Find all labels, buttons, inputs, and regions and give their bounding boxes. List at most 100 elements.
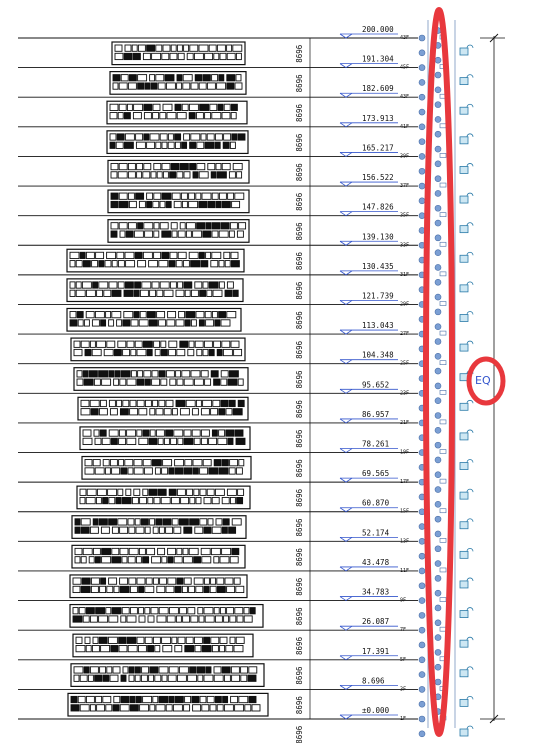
- lock-icon[interactable]: [459, 103, 474, 115]
- level-label: 13F: [400, 538, 409, 544]
- level-node[interactable]: [434, 501, 442, 508]
- lock-icon[interactable]: [459, 488, 474, 500]
- lock-icon[interactable]: [459, 607, 474, 618]
- level-node[interactable]: [418, 523, 426, 530]
- level-node[interactable]: [434, 367, 442, 375]
- lock-icon[interactable]: [459, 44, 474, 56]
- level-node[interactable]: [434, 619, 442, 627]
- level-node[interactable]: [434, 486, 442, 493]
- level-node[interactable]: [418, 567, 426, 575]
- level-node[interactable]: [418, 715, 426, 723]
- level-node[interactable]: [418, 153, 426, 160]
- level-node[interactable]: [418, 641, 426, 649]
- level-node[interactable]: [434, 323, 442, 330]
- level-node[interactable]: [434, 352, 442, 360]
- level-node[interactable]: [434, 397, 442, 405]
- level-node[interactable]: [434, 456, 442, 464]
- lock-icon[interactable]: [459, 133, 474, 145]
- level-node[interactable]: [434, 145, 442, 153]
- level-node[interactable]: [418, 167, 426, 175]
- level-node[interactable]: [434, 515, 442, 523]
- level-node[interactable]: [434, 234, 442, 242]
- level-node[interactable]: [434, 264, 442, 271]
- level-node[interactable]: [418, 538, 426, 545]
- lock-icon[interactable]: [459, 340, 474, 352]
- facade-block: [66, 307, 242, 332]
- level-node[interactable]: [434, 71, 442, 79]
- lock-icon[interactable]: [459, 725, 474, 737]
- level-node[interactable]: [434, 175, 442, 182]
- level-node[interactable]: [434, 604, 442, 612]
- lock-icon[interactable]: [459, 311, 474, 322]
- level-node[interactable]: [434, 116, 442, 123]
- level-node[interactable]: [418, 597, 426, 604]
- level-node[interactable]: [418, 626, 426, 634]
- level-node[interactable]: [418, 182, 426, 190]
- level-node[interactable]: [418, 197, 426, 205]
- level-node[interactable]: [434, 86, 442, 94]
- level-node[interactable]: [418, 123, 426, 131]
- level-node[interactable]: [434, 219, 442, 227]
- level-node[interactable]: [434, 293, 442, 301]
- lock-icon[interactable]: [459, 636, 474, 648]
- level-node[interactable]: [434, 663, 442, 671]
- level-node[interactable]: [434, 441, 442, 449]
- level-node[interactable]: [434, 308, 442, 316]
- level-node[interactable]: [434, 278, 442, 286]
- elevation-tag: 17.391 5F: [339, 647, 406, 663]
- lock-icon[interactable]: [459, 281, 474, 293]
- level-node[interactable]: [434, 649, 442, 656]
- level-node[interactable]: [434, 204, 442, 212]
- lock-icon[interactable]: [459, 74, 474, 86]
- level-node[interactable]: [418, 582, 426, 590]
- lock-icon[interactable]: [459, 429, 474, 441]
- level-node[interactable]: [434, 560, 442, 567]
- level-node[interactable]: [418, 700, 426, 708]
- level-node[interactable]: [418, 656, 426, 664]
- level-label: 9F: [400, 598, 406, 604]
- level-node[interactable]: [434, 56, 442, 64]
- lock-icon[interactable]: [459, 666, 474, 678]
- lock-icon[interactable]: [459, 399, 474, 411]
- level-node[interactable]: [434, 634, 442, 641]
- level-node[interactable]: [434, 249, 442, 256]
- level-node[interactable]: [418, 108, 426, 116]
- lock-icon[interactable]: [459, 459, 474, 470]
- level-node[interactable]: [434, 545, 442, 553]
- floor-height-label: 8696: [295, 163, 304, 182]
- facade-block: [71, 544, 246, 569]
- level-node[interactable]: [434, 160, 442, 168]
- level-node[interactable]: [434, 575, 442, 582]
- level-node[interactable]: [434, 338, 442, 345]
- lock-icon[interactable]: [459, 548, 474, 559]
- level-node[interactable]: [434, 101, 442, 108]
- lock-icon[interactable]: [459, 577, 474, 589]
- level-node[interactable]: [418, 79, 426, 86]
- level-node[interactable]: [418, 64, 426, 71]
- level-node[interactable]: [418, 93, 426, 101]
- lock-icon[interactable]: [459, 518, 474, 530]
- level-node[interactable]: [418, 138, 426, 145]
- level-node[interactable]: [418, 612, 426, 619]
- level-node[interactable]: [434, 382, 442, 390]
- level-node[interactable]: [434, 589, 442, 597]
- lock-icon[interactable]: [459, 222, 474, 234]
- level-node[interactable]: [434, 530, 442, 538]
- level-node[interactable]: [418, 49, 426, 57]
- level-node[interactable]: [418, 212, 426, 219]
- level-node[interactable]: [434, 678, 442, 686]
- level-node[interactable]: [434, 412, 442, 419]
- level-node[interactable]: [418, 730, 426, 738]
- level-node[interactable]: [418, 671, 426, 678]
- lock-icon[interactable]: [459, 192, 474, 204]
- level-node[interactable]: [434, 427, 442, 434]
- level-node[interactable]: [418, 552, 426, 560]
- lock-icon[interactable]: [459, 696, 474, 707]
- level-node[interactable]: [434, 190, 442, 197]
- level-node[interactable]: [434, 130, 442, 138]
- level-node[interactable]: [434, 471, 442, 479]
- level-node[interactable]: [418, 34, 426, 42]
- lock-icon[interactable]: [459, 163, 474, 174]
- lock-icon[interactable]: [459, 251, 474, 263]
- level-node[interactable]: [418, 686, 426, 693]
